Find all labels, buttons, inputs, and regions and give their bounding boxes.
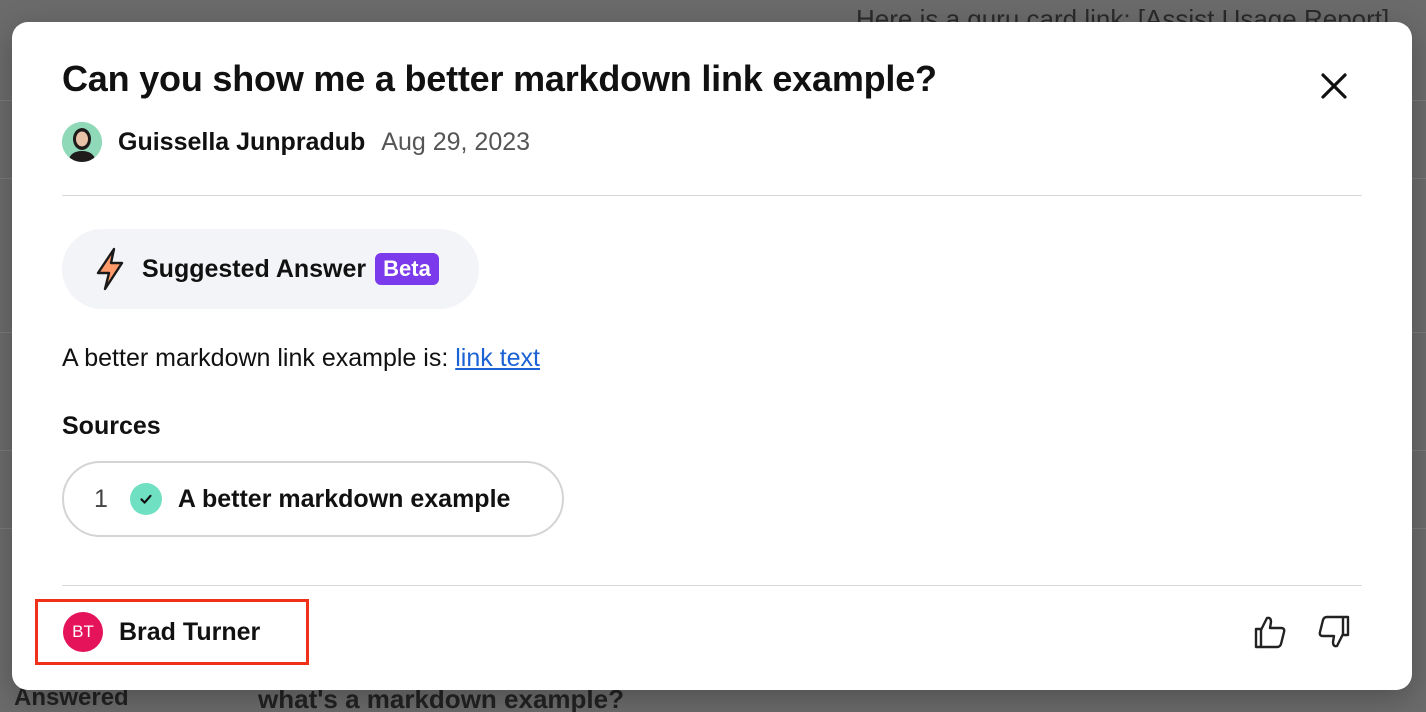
beta-badge: Beta <box>375 253 439 285</box>
answerer-name[interactable]: Brad Turner <box>119 618 260 647</box>
author-date: Aug 29, 2023 <box>381 127 531 156</box>
source-number: 1 <box>94 484 108 513</box>
answerer-avatar: BT <box>63 612 103 652</box>
suggested-answer-pill: Suggested Answer Beta <box>62 229 479 309</box>
close-icon <box>1321 73 1347 99</box>
user-photo-icon <box>62 122 102 162</box>
modal-title: Can you show me a better markdown link e… <box>62 58 937 99</box>
lightning-bolt-icon <box>96 247 124 291</box>
thumbs-down-icon <box>1318 615 1350 648</box>
thumbs-up-icon <box>1254 616 1286 649</box>
thumbs-up-button[interactable] <box>1250 612 1290 652</box>
answer-prefix: A better markdown link example is: <box>62 344 456 372</box>
author-name[interactable]: Guissella Junpradub <box>118 128 365 157</box>
author-row: Guissella Junpradub Aug 29, 2023 <box>62 122 530 162</box>
answer-text: A better markdown link example is: link … <box>62 344 540 373</box>
header-divider <box>62 195 1362 196</box>
thumbs-down-button[interactable] <box>1314 612 1354 652</box>
suggested-answer-label: Suggested Answer <box>142 254 367 283</box>
source-title: A better markdown example <box>177 484 511 513</box>
footer-divider <box>62 585 1362 586</box>
source-item[interactable]: 1 A better markdown example <box>62 461 564 537</box>
answer-link[interactable]: link text <box>455 344 540 372</box>
check-icon <box>129 483 162 515</box>
author-avatar <box>62 122 102 162</box>
answerer-highlight: BT Brad Turner <box>35 599 309 665</box>
sources-heading: Sources <box>62 412 161 440</box>
question-modal: Can you show me a better markdown link e… <box>12 22 1412 690</box>
close-button[interactable] <box>1314 66 1354 106</box>
